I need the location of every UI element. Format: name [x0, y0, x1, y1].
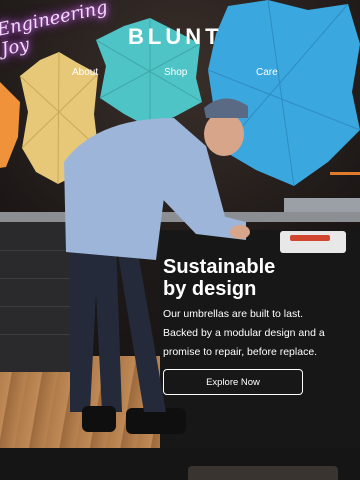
nav-link-about[interactable]: About — [72, 66, 98, 80]
brand-logo[interactable]: BLUNT — [128, 24, 238, 50]
headline-line-1: Sustainable — [163, 256, 276, 278]
headline-line-2: by design — [163, 278, 257, 300]
body-line-1: Our umbrellas are built to last. — [163, 308, 304, 320]
explore-now-button[interactable]: Explore Now — [163, 369, 303, 395]
hero-headline: Sustainable by design — [163, 256, 353, 300]
hero-section: Engineering Joy BLUNT About Shop Care Su… — [0, 0, 360, 448]
tool-tray-item — [290, 235, 330, 241]
body-line-2: Backed by a modular design and a — [163, 327, 325, 339]
body-line-3: promise to repair, before replace. — [163, 346, 318, 358]
nav-link-shop[interactable]: Shop — [164, 66, 187, 80]
main-nav: About Shop Care — [0, 66, 360, 82]
next-section-card — [188, 466, 338, 480]
tool-arm — [330, 172, 360, 175]
nav-link-care[interactable]: Care — [256, 66, 278, 80]
hero-body-text: Our umbrellas are built to last. Backed … — [163, 305, 355, 362]
